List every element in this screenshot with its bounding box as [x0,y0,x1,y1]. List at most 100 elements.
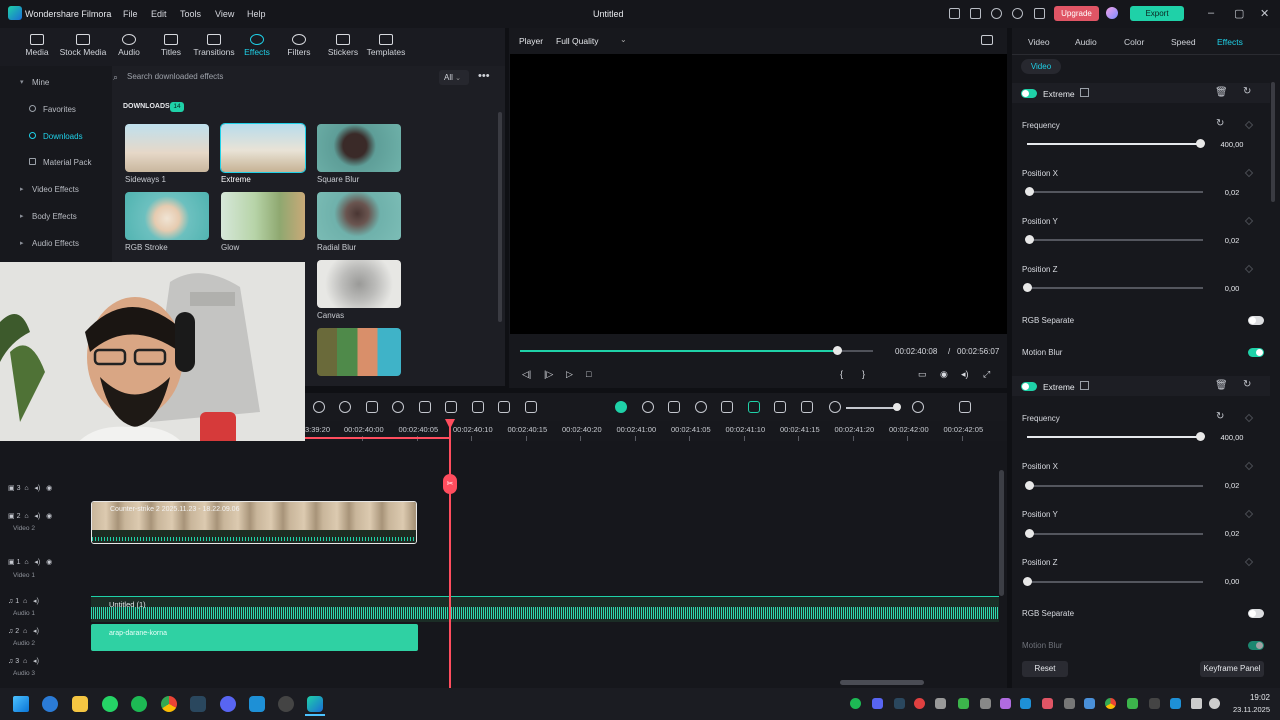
effect-thumb-more[interactable] [317,328,401,376]
position-z-slider[interactable] [1027,581,1203,583]
export-button[interactable]: Export [1130,6,1184,21]
tab-color[interactable]: Color [1124,37,1144,47]
track-a3-header[interactable]: ♫ 3 ⌂ ◂) [8,657,39,665]
crop-icon[interactable] [419,401,431,413]
track-a1-header[interactable]: ♫ 1 ⌂ ◂) [8,597,39,605]
tray-icon[interactable] [1042,698,1053,709]
steam-icon[interactable] [190,696,206,712]
effect-toggle[interactable] [1021,382,1037,391]
color-icon[interactable] [339,401,351,413]
fullscreen-icon[interactable]: ⤢ [983,369,990,380]
chrome-icon[interactable] [161,696,177,712]
track-a2-header[interactable]: ♫ 2 ⌂ ◂) [8,627,39,635]
menu-file[interactable]: File [123,9,138,19]
auto-highlight-icon[interactable] [615,401,627,413]
browser-scrollbar[interactable] [498,112,502,322]
spotify-icon[interactable] [131,696,147,712]
close-icon[interactable]: ✕ [1260,7,1269,20]
browser-icon[interactable] [42,696,58,712]
track-v2-header[interactable]: ▣ 2 ⌂ ◂) ◉ [8,512,52,520]
position-y-knob[interactable] [1025,529,1034,538]
group-icon[interactable] [472,401,484,413]
tray-icon[interactable] [914,698,925,709]
discord-icon[interactable] [220,696,236,712]
layout-icon[interactable] [949,8,960,19]
folder-icon[interactable] [72,696,88,712]
playback-scrubber[interactable] [833,346,842,355]
mark-out-icon[interactable]: } [862,369,865,379]
quality-select[interactable]: Full Quality [556,36,599,46]
sidebar-item-mine[interactable]: ▾ Mine [0,70,112,96]
position-x-slider[interactable] [1027,191,1203,193]
sidebar-item-video-effects[interactable]: ▸ Video Effects [0,177,112,203]
sidebar-item-audio-effects[interactable]: ▸ Audio Effects [0,231,112,257]
frequency-value[interactable]: 400,00 [1212,433,1252,442]
gift-icon[interactable] [1034,8,1045,19]
menu-view[interactable]: View [215,9,234,19]
tray-icon[interactable] [850,698,861,709]
position-z-knob[interactable] [1023,577,1032,586]
support-icon[interactable] [1012,8,1023,19]
minimize-icon[interactable]: – [1208,7,1214,19]
taskbar-clock[interactable]: 19:02 [1228,693,1270,702]
sidebar-item-favorites[interactable]: Favorites [0,97,112,123]
volume-icon[interactable]: ◂) [961,369,969,380]
menu-help[interactable]: Help [247,9,266,19]
tray-icon[interactable] [1127,698,1138,709]
position-y-knob[interactable] [1025,235,1034,244]
reset-icon[interactable]: ↻ [1216,118,1224,129]
cloud-icon[interactable] [991,8,1002,19]
speed-icon[interactable] [313,401,325,413]
zoom-slider[interactable] [846,407,898,409]
split-icon[interactable] [498,401,510,413]
position-y-value[interactable]: 0,02 [1212,529,1252,538]
effect-thumb-radial-blur[interactable] [317,192,401,240]
timer-icon[interactable] [392,401,404,413]
playhead[interactable] [449,421,451,688]
delete-icon[interactable]: 🗑 [1215,380,1228,391]
video-preview[interactable] [510,54,1007,334]
display-icon[interactable]: ▭ [918,369,927,380]
delete-icon[interactable]: 🗑 [1215,87,1228,98]
snap-icon[interactable] [748,401,760,413]
position-z-value[interactable]: 0,00 [1212,577,1252,586]
position-x-knob[interactable] [1025,481,1034,490]
menu-edit[interactable]: Edit [151,9,167,19]
edit-icon[interactable] [721,401,733,413]
chevron-down-icon[interactable]: ⌄ [620,35,627,44]
whatsapp-icon[interactable] [102,696,118,712]
tray-icon[interactable] [872,698,883,709]
position-x-value[interactable]: 0,02 [1212,188,1252,197]
reset-icon[interactable]: ↻ [1243,86,1251,97]
prev-frame-icon[interactable]: ◁| [522,369,531,380]
frequency-knob[interactable] [1196,139,1205,148]
video-chip[interactable]: Video [1021,59,1061,74]
tab-transitions[interactable]: Transitions [192,28,236,66]
position-y-slider[interactable] [1027,533,1203,535]
windows-start-icon[interactable] [13,696,29,712]
more-options-icon[interactable]: ••• [478,70,490,82]
rgb-separate-toggle[interactable] [1248,316,1264,325]
mark-in-icon[interactable]: { [840,369,843,379]
reset-button[interactable]: Reset [1022,661,1068,677]
tab-media[interactable]: Media [20,28,54,66]
tab-video[interactable]: Video [1028,37,1050,47]
timeline-vscrollbar[interactable] [999,470,1004,596]
network-icon[interactable] [1191,698,1202,709]
position-z-value[interactable]: 0,00 [1212,284,1252,293]
effect-toggle[interactable] [1021,89,1037,98]
avatar[interactable] [1106,7,1118,19]
position-x-slider[interactable] [1027,485,1203,487]
frequency-knob[interactable] [1196,432,1205,441]
upgrade-button[interactable]: Upgrade [1054,6,1099,21]
audio-clip-music[interactable] [91,624,418,651]
rgb-separate-toggle[interactable] [1248,609,1264,618]
volume-icon[interactable] [1209,698,1220,709]
search-input[interactable]: Search downloaded effects [127,72,223,81]
sidebar-item-body-effects[interactable]: ▸ Body Effects [0,204,112,230]
tab-speed[interactable]: Speed [1171,37,1196,47]
mic-icon[interactable] [695,401,707,413]
audio-clip-untitled[interactable] [91,596,999,622]
sidebar-item-material-pack[interactable]: Material Pack [0,150,112,176]
maximize-icon[interactable]: ▢ [1234,7,1244,20]
